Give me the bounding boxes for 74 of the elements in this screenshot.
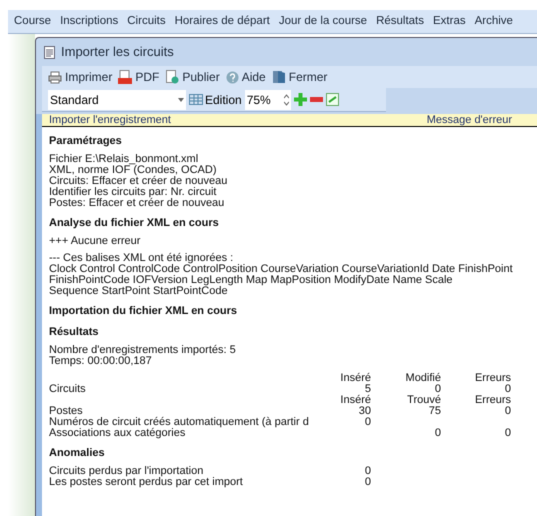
report-line: FinishPointCode IOFVersion LegLength Map MapPosition ModifyDate Name Scale — [49, 275, 454, 286]
fit-page-button[interactable] — [326, 93, 339, 106]
table-value: 0 — [364, 465, 371, 477]
document-globe-icon — [165, 70, 180, 84]
menu-item[interactable]: Extras — [433, 12, 466, 30]
column-header: Erreurs — [474, 395, 511, 406]
table-value: 0 — [364, 416, 371, 428]
section-heading: Résultats — [49, 326, 100, 339]
report-line: Temps: 00:00:00,187 — [49, 356, 152, 367]
dropdown-arrow-icon — [178, 98, 184, 102]
table-value: 75 — [428, 405, 441, 417]
toolbar-button[interactable]: Imprimer — [48, 68, 112, 86]
section-heading: Paramétrages — [49, 135, 123, 148]
toolbar-button[interactable]: Publier — [165, 68, 220, 86]
table-value: 0 — [434, 383, 441, 395]
menu-item[interactable]: Jour de la course — [278, 12, 368, 30]
layout-dropdown[interactable]: Standard — [48, 90, 186, 110]
report-line: --- Ces balises XML ont été ignorées : — [49, 253, 234, 264]
door-icon — [272, 70, 286, 84]
window-title: Importer les circuits — [61, 43, 174, 62]
menu-item[interactable]: Course — [14, 12, 52, 30]
pdf-icon — [118, 70, 132, 84]
column-header: Erreurs — [474, 373, 511, 384]
menu-item[interactable]: Résultats — [376, 12, 424, 30]
toolbar-button[interactable]: Fermer — [272, 68, 328, 86]
grid-icon — [189, 94, 203, 105]
table-value: 0 — [434, 427, 441, 439]
column-header: Trouvé — [406, 395, 441, 406]
report-line: +++ Aucune erreur — [49, 236, 142, 247]
spinner-arrows-icon — [284, 94, 289, 106]
report-line: Clock Control ControlCode ControlPosition CourseVariation CourseVariationId Date FinishPoint — [49, 264, 514, 275]
toolbar-button[interactable]: Aide — [226, 68, 266, 86]
row-label: Circuits — [49, 384, 86, 395]
report-line: Identifier les circuits par: Nr. circuit — [49, 187, 218, 198]
report-line: Postes: Effacer et créer de nouveau — [49, 198, 226, 209]
zoom-out-button[interactable] — [310, 97, 323, 102]
column-header: Modifié — [404, 373, 441, 384]
zoom-spinner[interactable]: 75% — [244, 90, 291, 110]
row-label: Circuits perdus par l'importation — [49, 466, 204, 477]
printer-icon — [48, 70, 62, 84]
row-label: Associations aux catégories — [49, 428, 186, 439]
report-line: Sequence StartPoint StartPointCode — [49, 286, 228, 297]
section-heading: Analyse du fichier XML en cours — [49, 217, 220, 230]
table-value: 5 — [364, 383, 371, 395]
table-value: 0 — [504, 427, 511, 439]
page-fit-icon — [326, 93, 339, 106]
report-line: Circuits: Effacer et créer de nouveau — [49, 176, 228, 187]
header-text: Importer l'enregistrement — [49, 114, 171, 128]
menu-item[interactable]: Inscriptions — [60, 12, 118, 30]
help-icon — [226, 70, 239, 84]
table-value: 0 — [364, 476, 371, 488]
section-heading: Importation du fichier XML en cours — [49, 305, 238, 318]
menu-item[interactable]: Archive — [474, 12, 513, 30]
menu-item[interactable]: Horaires de départ — [174, 12, 270, 30]
edition-button[interactable]: Edition — [189, 90, 242, 108]
report-line: Fichier E:\Relais_bonmont.xml — [49, 154, 200, 165]
table-value: 0 — [504, 405, 511, 417]
report-line: Nombre d'enregistrements importés: 5 — [49, 345, 237, 356]
minus-icon — [310, 97, 323, 102]
table-value: 30 — [358, 405, 371, 417]
header-text: Message d'erreur — [426, 114, 512, 128]
plus-icon — [294, 93, 307, 106]
row-label: Postes — [49, 406, 83, 417]
document-icon — [44, 46, 55, 58]
column-header: Inséré — [339, 373, 371, 384]
menu-item[interactable]: Circuits — [127, 12, 166, 30]
row-label: Numéros de circuit créés automatiquement (à partir d — [49, 417, 309, 428]
section-heading: Anomalies — [49, 447, 106, 460]
table-value: 0 — [504, 383, 511, 395]
column-header: Inséré — [339, 395, 371, 406]
zoom-in-button[interactable] — [294, 93, 307, 106]
row-label: Les postes seront perdus par cet import — [49, 477, 243, 488]
report-line: XML, norme IOF (Condes, OCAD) — [49, 165, 218, 176]
toolbar-button[interactable]: PDF — [118, 68, 160, 86]
